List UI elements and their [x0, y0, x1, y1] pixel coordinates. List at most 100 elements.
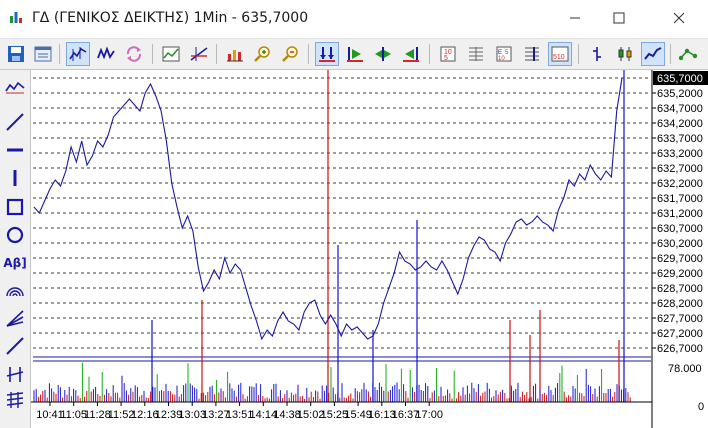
- fibonacci-arc-button[interactable]: [3, 278, 27, 302]
- close-icon: [673, 12, 685, 24]
- y-tick-label: 634,2000: [657, 118, 703, 130]
- main-toolbar: 10 5 E 5 10 510: [0, 38, 708, 70]
- template-icon: [162, 46, 180, 62]
- zoom-in-button[interactable]: [251, 42, 275, 66]
- indicators-button[interactable]: [94, 42, 118, 66]
- fan-button[interactable]: [3, 306, 27, 330]
- save-button[interactable]: [4, 42, 28, 66]
- y-tick-label: 630,7000: [657, 223, 703, 235]
- volume-button[interactable]: [223, 42, 247, 66]
- properties-icon: [34, 46, 52, 62]
- bid-ask-icon: E 510: [496, 46, 512, 62]
- chart-style-button[interactable]: [66, 42, 90, 66]
- line-chart-button[interactable]: [641, 42, 665, 66]
- y-tick-label: 630,2000: [657, 238, 703, 250]
- refresh-button[interactable]: [122, 42, 146, 66]
- save-icon: [8, 46, 24, 62]
- y-tick-label: 627,2000: [657, 328, 703, 340]
- indicator-line-button[interactable]: [3, 76, 27, 100]
- indicator-line-icon: [5, 81, 25, 94]
- current-price-label: 635,7000: [657, 73, 703, 85]
- autoscroll-icon: [319, 47, 335, 62]
- y-tick-label: 635,2000: [657, 88, 703, 100]
- scroll-both-button[interactable]: [371, 42, 395, 66]
- x-tick-label: 17:00: [415, 409, 443, 421]
- rectangle-icon: [6, 198, 24, 216]
- scroll-end-button[interactable]: [399, 42, 423, 66]
- candlestick-icon: [618, 47, 632, 61]
- indicators-icon: [97, 46, 115, 60]
- maximize-button[interactable]: [596, 0, 642, 36]
- y-tick-label: 628,7000: [657, 283, 703, 295]
- y-tick-label: 633,2000: [657, 148, 703, 160]
- chart-canvas[interactable]: 635,2000 634,7000 634,2000 633,7000 633,2000…: [31, 70, 708, 428]
- template-button[interactable]: [159, 42, 183, 66]
- minimize-button[interactable]: [552, 0, 598, 36]
- y-tick-label: 626,7000: [657, 343, 703, 355]
- ellipse-icon: [6, 226, 24, 244]
- table-view-icon: 510: [551, 46, 569, 62]
- y-tick-label: 627,7000: [657, 313, 703, 325]
- rectangle-button[interactable]: [3, 195, 27, 219]
- svg-text:510: 510: [553, 54, 565, 61]
- scroll-start-icon: [347, 47, 363, 62]
- bar-chart-button[interactable]: [585, 42, 609, 66]
- studies-button[interactable]: [187, 42, 211, 66]
- trend-line-icon: [6, 113, 24, 131]
- y-tick-label: 628,2000: [657, 298, 703, 310]
- fibonacci-arc-icon: [6, 287, 24, 297]
- grid-icon: [469, 47, 483, 61]
- cross-icon: [6, 367, 24, 382]
- line-chart-icon: [644, 47, 662, 60]
- zoom-in-icon: [254, 46, 270, 62]
- volume-max-label: 78.000: [668, 363, 702, 375]
- price-table-icon: 105: [440, 46, 456, 62]
- chart-app-icon: [10, 12, 22, 23]
- y-tick-label: 631,2000: [657, 208, 703, 220]
- volume-min-label: 0: [698, 401, 704, 413]
- connect-icon: [679, 48, 697, 61]
- time-sales-button[interactable]: [520, 42, 544, 66]
- window-title: ΓΔ (ΓΕΝΙΚΟΣ ΔΕΙΚΤΗΣ) 1Min - 635,7000: [32, 10, 309, 26]
- y-tick-label: 629,2000: [657, 268, 703, 280]
- scroll-end-icon: [403, 47, 419, 62]
- fan-icon: [6, 310, 24, 327]
- fibonacci-button[interactable]: [3, 388, 27, 412]
- scroll-start-button[interactable]: [343, 42, 367, 66]
- volume-icon: [227, 50, 243, 62]
- horizontal-line-icon: [7, 148, 23, 152]
- svg-text:10: 10: [498, 56, 505, 62]
- price-table-button[interactable]: 10 5: [436, 42, 460, 66]
- y-tick-label: 632,2000: [657, 178, 703, 190]
- price-chart[interactable]: 635,2000 634,7000 634,2000 633,7000 633,2000…: [31, 70, 708, 428]
- close-button[interactable]: [656, 0, 702, 36]
- vertical-line-button[interactable]: [3, 166, 27, 190]
- zoom-out-icon: [282, 46, 298, 62]
- zoom-out-button[interactable]: [279, 42, 303, 66]
- table-view-button[interactable]: 510: [548, 42, 572, 66]
- vertical-line-icon: [13, 170, 17, 186]
- y-tick-label: 629,7000: [657, 253, 703, 265]
- chart-style-icon: [69, 47, 87, 61]
- text-tool-button[interactable]: Aβ]: [3, 251, 27, 275]
- title-bar: ΓΔ (ΓΕΝΙΚΟΣ ΔΕΙΚΤΗΣ) 1Min - 635,7000: [0, 0, 708, 38]
- trend-line-button[interactable]: [3, 110, 27, 134]
- y-tick-label: 632,7000: [657, 163, 703, 175]
- y-tick-label: 631,7000: [657, 193, 703, 205]
- cross-button[interactable]: [3, 362, 27, 386]
- grid-button[interactable]: [464, 42, 488, 66]
- connect-button[interactable]: [676, 42, 700, 66]
- horizontal-line-button[interactable]: [3, 138, 27, 162]
- fibonacci-icon: [6, 392, 24, 408]
- drawing-toolbar: Aβ]: [0, 70, 31, 428]
- bar-chart-icon: [593, 47, 601, 61]
- bid-ask-button[interactable]: E 5 10: [492, 42, 516, 66]
- ellipse-button[interactable]: [3, 223, 27, 247]
- candlestick-button[interactable]: [613, 42, 637, 66]
- properties-button[interactable]: [31, 42, 55, 66]
- studies-icon: [190, 47, 208, 61]
- channel-button[interactable]: [3, 334, 27, 358]
- text-tool-icon: Aβ]: [3, 256, 27, 270]
- autoscroll-button[interactable]: [315, 42, 339, 66]
- time-sales-icon: [525, 47, 539, 61]
